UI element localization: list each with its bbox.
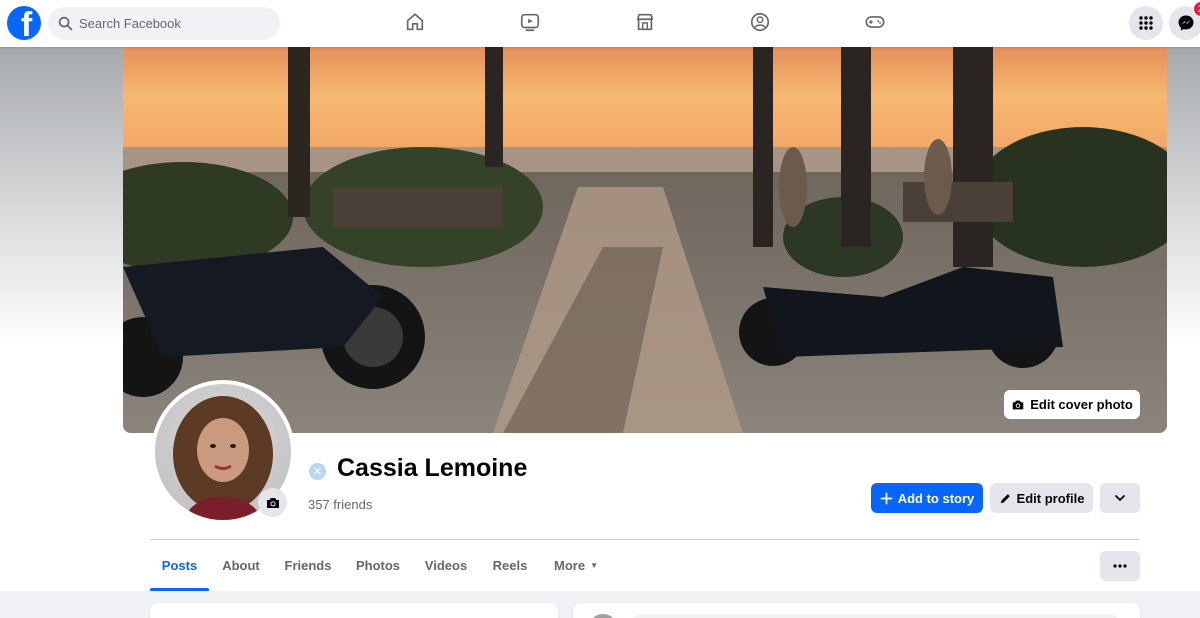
home-icon xyxy=(406,13,424,31)
groups-icon xyxy=(750,12,770,32)
tab-reels[interactable]: Reels xyxy=(485,540,535,591)
profile-name: Cassia Lemoine xyxy=(337,454,528,482)
cover-photo[interactable] xyxy=(123,47,1167,433)
grid-menu-icon xyxy=(1139,16,1153,30)
tab-more[interactable]: More ▼ xyxy=(545,540,607,591)
search-icon xyxy=(58,16,73,31)
profile-more-button[interactable] xyxy=(1100,483,1140,513)
edit-profile-button[interactable]: Edit profile xyxy=(990,483,1093,513)
menu-button[interactable] xyxy=(1129,6,1163,40)
camera-icon xyxy=(266,497,279,508)
top-navigation-bar: f Search Facebook xyxy=(0,0,1200,47)
tabs-more-options-button[interactable] xyxy=(1100,551,1140,581)
messenger-button[interactable]: 2 xyxy=(1169,1,1200,40)
video-icon xyxy=(520,13,540,32)
edit-cover-photo-button[interactable]: Edit cover photo xyxy=(1004,390,1140,419)
nav-groups[interactable] xyxy=(748,10,772,34)
search-input[interactable] xyxy=(79,16,269,31)
tab-about-label: About xyxy=(222,558,260,573)
caret-down-icon: ▼ xyxy=(590,561,598,570)
pencil-icon xyxy=(1000,493,1010,503)
add-to-story-label: Add to story xyxy=(897,490,975,506)
facebook-logo-letter: f xyxy=(20,6,33,40)
search-box[interactable] xyxy=(48,7,280,40)
chevron-down-icon xyxy=(1115,495,1125,501)
messenger-icon xyxy=(1178,15,1194,31)
tab-more-label: More xyxy=(554,558,586,573)
nav-marketplace[interactable] xyxy=(633,10,657,34)
create-post-card xyxy=(573,603,1140,618)
intro-card xyxy=(150,603,558,618)
camera-icon xyxy=(1012,400,1024,409)
plus-icon xyxy=(880,492,893,504)
tab-posts[interactable]: Posts xyxy=(150,540,209,591)
composer-input[interactable] xyxy=(628,614,1123,618)
ellipsis-icon xyxy=(1113,564,1127,568)
tab-photos[interactable]: Photos xyxy=(347,540,409,591)
add-to-story-button[interactable]: Add to story xyxy=(871,483,983,513)
tab-friends-label: Friends xyxy=(284,558,332,573)
tab-reels-label: Reels xyxy=(492,558,528,573)
tab-photos-label: Photos xyxy=(355,558,401,573)
nav-home[interactable] xyxy=(403,10,427,34)
gaming-icon xyxy=(865,16,885,28)
edit-profile-label: Edit profile xyxy=(1016,490,1085,506)
tab-about[interactable]: About xyxy=(215,540,267,591)
tab-posts-label: Posts xyxy=(161,558,198,573)
composer-avatar[interactable] xyxy=(588,614,618,618)
nav-watch[interactable] xyxy=(518,10,542,34)
tab-friends[interactable]: Friends xyxy=(276,540,340,591)
update-profile-picture-button[interactable] xyxy=(258,488,287,517)
tab-videos[interactable]: Videos xyxy=(416,540,476,591)
friends-count[interactable]: 357 friends xyxy=(308,497,372,512)
verification-icon: ✕ xyxy=(309,463,326,480)
edit-cover-photo-label: Edit cover photo xyxy=(1030,397,1133,412)
marketplace-icon xyxy=(636,13,654,31)
tab-videos-label: Videos xyxy=(424,558,468,573)
cover-photo-scene xyxy=(123,47,1167,433)
facebook-logo[interactable]: f xyxy=(7,6,41,40)
nav-gaming[interactable] xyxy=(863,10,887,34)
